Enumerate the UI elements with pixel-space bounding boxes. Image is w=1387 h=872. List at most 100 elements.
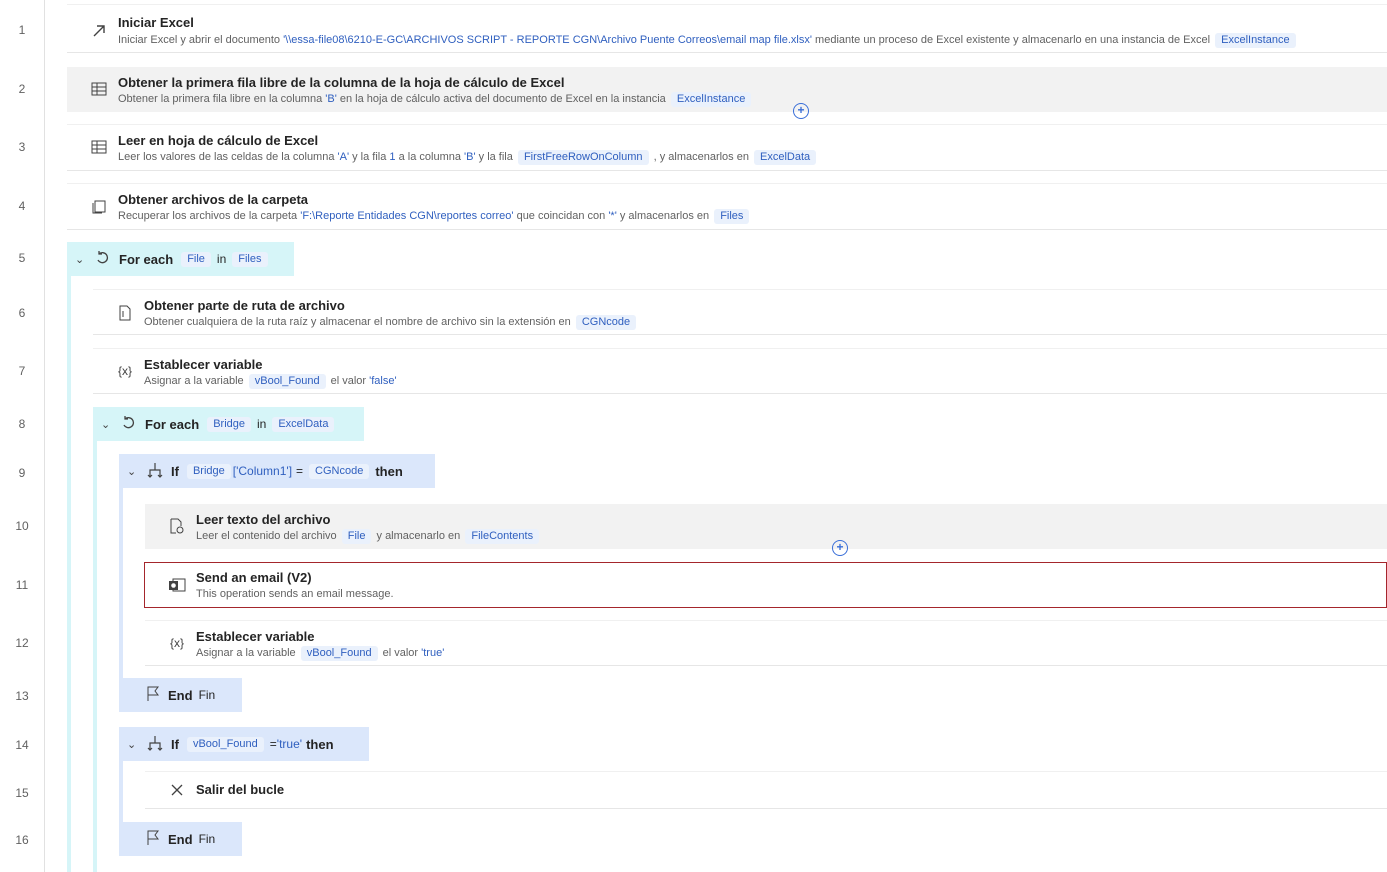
end-keyword: End xyxy=(168,687,193,703)
loop-icon xyxy=(121,415,137,433)
action-send-email-error[interactable]: Send an email (V2) This operation sends … xyxy=(144,562,1387,608)
line-number: 10 xyxy=(15,519,29,533)
file-read-icon xyxy=(168,517,186,535)
line-number: 11 xyxy=(15,578,29,592)
if-rail-2 xyxy=(119,760,123,822)
variable-token[interactable]: ExcelData xyxy=(754,150,817,165)
variable-token[interactable]: ExcelInstance xyxy=(670,92,752,107)
action-title: Iniciar Excel xyxy=(118,15,194,30)
line-number: 7 xyxy=(18,364,26,378)
action-title: Salir del bucle xyxy=(196,782,285,797)
variable-token[interactable]: Files xyxy=(714,209,750,224)
action-leer-hoja[interactable]: Leer en hoja de cálculo de Excel Leer lo… xyxy=(67,125,1387,170)
action-salir-bucle[interactable]: Salir del bucle xyxy=(145,772,1387,808)
then-keyword: then xyxy=(375,463,403,479)
action-obtener-archivos[interactable]: Obtener archivos de la carpeta Recuperar… xyxy=(67,184,1387,229)
close-icon xyxy=(168,781,186,799)
end-block[interactable]: End Fin xyxy=(119,822,242,856)
action-title: Send an email (V2) xyxy=(196,570,312,585)
flag-icon xyxy=(146,686,160,705)
action-iniciar-excel[interactable]: Iniciar Excel Iniciar Excel y abrir el d… xyxy=(67,5,1387,52)
copilot-add-icon[interactable]: + xyxy=(832,540,848,556)
action-title: Obtener archivos de la carpeta xyxy=(118,192,309,207)
end-keyword: End xyxy=(168,831,193,847)
chevron-down-icon[interactable]: ⌄ xyxy=(127,738,139,751)
line-number: 1 xyxy=(18,23,26,37)
loop-icon xyxy=(95,250,111,268)
foreach-files-block[interactable]: ⌄ For each File in Files xyxy=(67,242,294,276)
variable-token[interactable]: FileContents xyxy=(465,529,540,544)
variable-token[interactable]: ExcelInstance xyxy=(1215,33,1296,48)
end-block[interactable]: End Fin xyxy=(119,678,242,712)
action-description: Obtener cualquiera de la ruta raíz y alm… xyxy=(144,315,638,330)
foreach-files-rail xyxy=(67,275,71,872)
variable-token[interactable]: File xyxy=(181,251,211,267)
action-obtener-parte-ruta[interactable]: Obtener parte de ruta de archivo Obtener… xyxy=(93,290,1387,334)
line-number: 12 xyxy=(15,636,29,650)
line-number: 16 xyxy=(15,833,29,847)
copilot-add-icon[interactable]: + xyxy=(793,103,809,119)
action-description: Leer el contenido del archivo File y alm… xyxy=(196,529,541,544)
line-number: 8 xyxy=(18,417,26,431)
line-number: 2 xyxy=(18,82,26,96)
action-description: Obtener la primera fila libre en la colu… xyxy=(118,92,753,107)
outlook-icon xyxy=(168,576,186,594)
if-bridge-block[interactable]: ⌄ If Bridge ['Column1'] = CGNcode then xyxy=(119,454,435,488)
chevron-down-icon[interactable]: ⌄ xyxy=(75,253,87,266)
variable-token[interactable]: Bridge xyxy=(207,416,251,432)
action-leer-texto[interactable]: Leer texto del archivo Leer el contenido… xyxy=(145,504,1387,549)
action-title: Establecer variable xyxy=(144,357,263,372)
path-literal: '\\essa-file08\6210-E-GC\ARCHIVOS SCRIPT… xyxy=(283,34,812,46)
chevron-down-icon[interactable]: ⌄ xyxy=(101,418,113,431)
action-title: Obtener la primera fila libre de la colu… xyxy=(118,75,565,90)
line-number: 5 xyxy=(18,251,26,265)
variable-icon: {x} xyxy=(169,636,184,650)
condition-icon xyxy=(147,462,163,481)
action-description: Leer los valores de las celdas de la col… xyxy=(118,150,818,165)
action-title: Establecer variable xyxy=(196,629,315,644)
variable-token[interactable]: ExcelData xyxy=(272,416,335,432)
foreach-bridge-rail xyxy=(93,440,97,872)
if-rail xyxy=(119,488,123,678)
if-keyword: If xyxy=(171,463,179,479)
action-establecer-variable[interactable]: {x} Establecer variable Asignar a la var… xyxy=(145,621,1387,665)
line-number: 14 xyxy=(15,738,29,752)
line-number: 4 xyxy=(18,199,26,213)
variable-icon: {x} xyxy=(117,364,132,378)
variable-token[interactable]: Bridge xyxy=(186,463,231,479)
foreach-keyword: For each xyxy=(119,251,174,267)
line-number: 13 xyxy=(15,689,29,703)
variable-token[interactable]: vBool_Found xyxy=(300,646,378,661)
then-keyword: then xyxy=(306,736,334,752)
action-obtener-primera-fila[interactable]: Obtener la primera fila libre de la colu… xyxy=(67,67,1387,112)
action-description: Iniciar Excel y abrir el documento '\\es… xyxy=(118,33,1298,48)
condition-icon xyxy=(147,735,163,754)
variable-token[interactable]: File xyxy=(341,529,372,544)
if-keyword: If xyxy=(171,736,179,752)
action-description: Asignar a la variable vBool_Found el val… xyxy=(144,374,397,389)
variable-token[interactable]: CGNcode xyxy=(575,315,637,330)
action-description: This operation sends an email message. xyxy=(196,588,394,600)
line-number: 3 xyxy=(18,140,26,154)
flag-icon xyxy=(146,830,160,849)
excel-icon xyxy=(90,80,108,98)
variable-token[interactable]: Files xyxy=(232,251,268,267)
if-vbool-block[interactable]: ⌄ If vBool_Found = 'true' then xyxy=(119,727,369,761)
action-title: Obtener parte de ruta de archivo xyxy=(144,298,345,313)
action-description: Recuperar los archivos de la carpeta 'F:… xyxy=(118,209,751,224)
action-description: Asignar a la variable vBool_Found el val… xyxy=(196,646,445,661)
launch-arrow-icon xyxy=(90,22,108,40)
action-title: Leer texto del archivo xyxy=(196,512,331,527)
action-title: Leer en hoja de cálculo de Excel xyxy=(118,133,319,148)
chevron-down-icon[interactable]: ⌄ xyxy=(127,465,139,478)
line-number: 9 xyxy=(18,466,26,480)
folder-files-icon xyxy=(90,197,108,215)
line-number: 6 xyxy=(18,306,26,320)
foreach-bridge-block[interactable]: ⌄ For each Bridge in ExcelData xyxy=(93,407,364,441)
variable-token[interactable]: CGNcode xyxy=(309,463,370,479)
variable-token[interactable]: FirstFreeRowOnColumn xyxy=(517,150,649,165)
action-establecer-variable[interactable]: {x} Establecer variable Asignar a la var… xyxy=(93,349,1387,393)
variable-token[interactable]: vBool_Found xyxy=(248,374,326,389)
foreach-keyword: For each xyxy=(145,416,200,432)
variable-token[interactable]: vBool_Found xyxy=(186,736,264,752)
